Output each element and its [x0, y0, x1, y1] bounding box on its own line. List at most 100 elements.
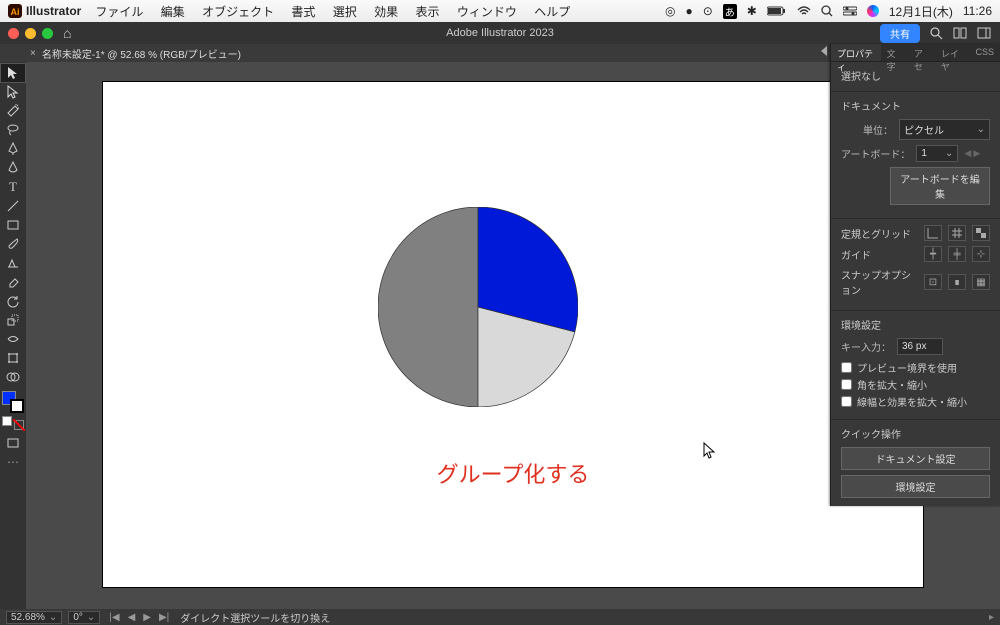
tab-layers[interactable]: レイヤ [935, 44, 970, 61]
app-menu-items: ファイル 編集 オブジェクト 書式 選択 効果 表示 ウィンドウ ヘルプ [95, 3, 584, 20]
ruler-grid-label: 定規とグリッド [841, 226, 911, 241]
search-icon[interactable] [821, 5, 833, 17]
snap-grid-icon[interactable]: ▦ [972, 274, 990, 290]
canvas-text[interactable]: グループ化する [437, 457, 590, 489]
free-transform-tool[interactable] [1, 349, 25, 367]
bluetooth-icon[interactable]: ✱ [747, 4, 757, 18]
status-expand-icon[interactable]: ▸ [989, 612, 994, 623]
screen-mode-tool[interactable] [1, 434, 25, 452]
document-setup-button[interactable]: ドキュメント設定 [841, 447, 990, 470]
macos-menubar: Ai Illustrator ファイル 編集 オブジェクト 書式 選択 効果 表… [0, 0, 1000, 22]
direct-selection-tool[interactable] [1, 83, 25, 101]
workspace-icon[interactable] [976, 25, 992, 41]
menu-type[interactable]: 書式 [291, 5, 315, 19]
control-center-icon[interactable] [843, 6, 857, 16]
search-icon[interactable] [928, 25, 944, 41]
fill-stroke-swatches[interactable] [2, 391, 24, 413]
color-mode-swatches[interactable] [2, 416, 24, 430]
none-color-icon[interactable] [14, 420, 24, 430]
stroke-swatch[interactable] [10, 399, 24, 413]
snap-pixel-icon[interactable]: ⊡ [924, 274, 942, 290]
document-tab[interactable]: 名称未設定-1* @ 52.68 % (RGB/プレビュー) [42, 46, 241, 61]
battery-icon[interactable] [767, 6, 787, 16]
snap-point-icon[interactable]: ∎ [948, 274, 966, 290]
window-minimize[interactable] [25, 28, 36, 39]
app-title: Adobe Illustrator 2023 [446, 27, 554, 39]
panel-tabs: プロパティ 文字 アセ レイヤ CSS [831, 44, 1000, 62]
rotate-tool[interactable] [1, 292, 25, 310]
line-tool[interactable] [1, 197, 25, 215]
solid-color-icon[interactable] [2, 416, 12, 426]
units-select[interactable]: ピクセル [899, 119, 990, 140]
menu-window[interactable]: ウィンドウ [457, 5, 517, 19]
pie-slice-gray[interactable] [378, 207, 478, 407]
menu-effect[interactable]: 効果 [374, 5, 398, 19]
menu-view[interactable]: 表示 [416, 5, 440, 19]
grid-icon[interactable] [948, 225, 966, 241]
keyinput-label: キー入力： [841, 339, 891, 354]
scale-corners-checkbox[interactable]: 角を拡大・縮小 [841, 377, 990, 392]
shape-builder-tool[interactable] [1, 368, 25, 386]
app-menu[interactable]: Ai Illustrator [8, 4, 81, 18]
type-tool[interactable]: T [1, 178, 25, 196]
ruler-icon[interactable] [924, 225, 942, 241]
wifi-icon[interactable] [797, 6, 811, 16]
ime-icon[interactable]: あ [723, 4, 737, 19]
status-icon[interactable]: ● [685, 4, 692, 18]
menu-object[interactable]: オブジェクト [202, 5, 274, 19]
cursor-icon [703, 442, 717, 463]
scale-tool[interactable] [1, 311, 25, 329]
edit-toolbar[interactable]: ⋯ [1, 453, 25, 471]
tab-character[interactable]: 文字 [881, 44, 908, 61]
curvature-tool[interactable] [1, 159, 25, 177]
eraser-tool[interactable] [1, 273, 25, 291]
width-tool[interactable] [1, 330, 25, 348]
keyinput-field[interactable] [897, 338, 943, 355]
transparency-grid-icon[interactable] [972, 225, 990, 241]
menu-help[interactable]: ヘルプ [534, 5, 570, 19]
status-icon[interactable]: ◎ [665, 4, 675, 18]
menu-select[interactable]: 選択 [333, 5, 357, 19]
scale-strokes-checkbox[interactable]: 線幅と効果を拡大・縮小 [841, 394, 990, 409]
paintbrush-tool[interactable] [1, 235, 25, 253]
selection-tool[interactable] [1, 64, 25, 82]
menu-file[interactable]: ファイル [95, 5, 143, 19]
arrange-icon[interactable] [952, 25, 968, 41]
pen-tool[interactable] [1, 140, 25, 158]
status-icon[interactable]: ⊙ [703, 4, 713, 18]
artboard-nav-status[interactable]: |◀◀▶▶| [106, 612, 172, 623]
macos-status-icons: ◎ ● ⊙ あ ✱ 12月1日(木) 11:26 [665, 3, 992, 20]
tab-properties[interactable]: プロパティ [831, 44, 881, 61]
home-icon[interactable]: ⌂ [63, 25, 71, 41]
lasso-tool[interactable] [1, 121, 25, 139]
illustrator-icon: Ai [8, 4, 22, 18]
rectangle-tool[interactable] [1, 216, 25, 234]
siri-icon[interactable] [867, 5, 879, 17]
menubar-date[interactable]: 12月1日(木) [889, 3, 953, 20]
zoom-select[interactable]: 52.68% [6, 611, 62, 624]
menubar-time[interactable]: 11:26 [963, 4, 992, 18]
preferences-button[interactable]: 環境設定 [841, 475, 990, 498]
status-hint: ダイレクト選択ツールを切り換え [180, 610, 330, 625]
smart-guides-icon[interactable]: ⊹ [972, 246, 990, 262]
preview-bounds-checkbox[interactable]: プレビュー境界を使用 [841, 360, 990, 375]
share-button[interactable]: 共有 [880, 24, 920, 43]
window-zoom[interactable] [42, 28, 53, 39]
artboard[interactable]: グループ化する [103, 82, 923, 587]
pie-chart[interactable] [378, 207, 578, 407]
guide-lock-icon[interactable]: ╪ [948, 246, 966, 262]
magic-wand-tool[interactable] [1, 102, 25, 120]
guide-visibility-icon[interactable]: ┿ [924, 246, 942, 262]
menu-edit[interactable]: 編集 [161, 5, 185, 19]
section-document: ドキュメント [841, 98, 990, 113]
artboard-nav[interactable]: ◀▶ [964, 148, 980, 159]
shaper-tool[interactable] [1, 254, 25, 272]
window-close[interactable] [8, 28, 19, 39]
tab-assets[interactable]: アセ [908, 44, 935, 61]
tab-css[interactable]: CSS [969, 44, 1000, 61]
artboard-select[interactable]: 1 [916, 145, 958, 162]
window-controls [8, 28, 53, 39]
tab-close-icon[interactable]: × [30, 48, 36, 59]
edit-artboards-button[interactable]: アートボードを編集 [890, 167, 990, 205]
rotate-select[interactable]: 0° [68, 611, 100, 624]
